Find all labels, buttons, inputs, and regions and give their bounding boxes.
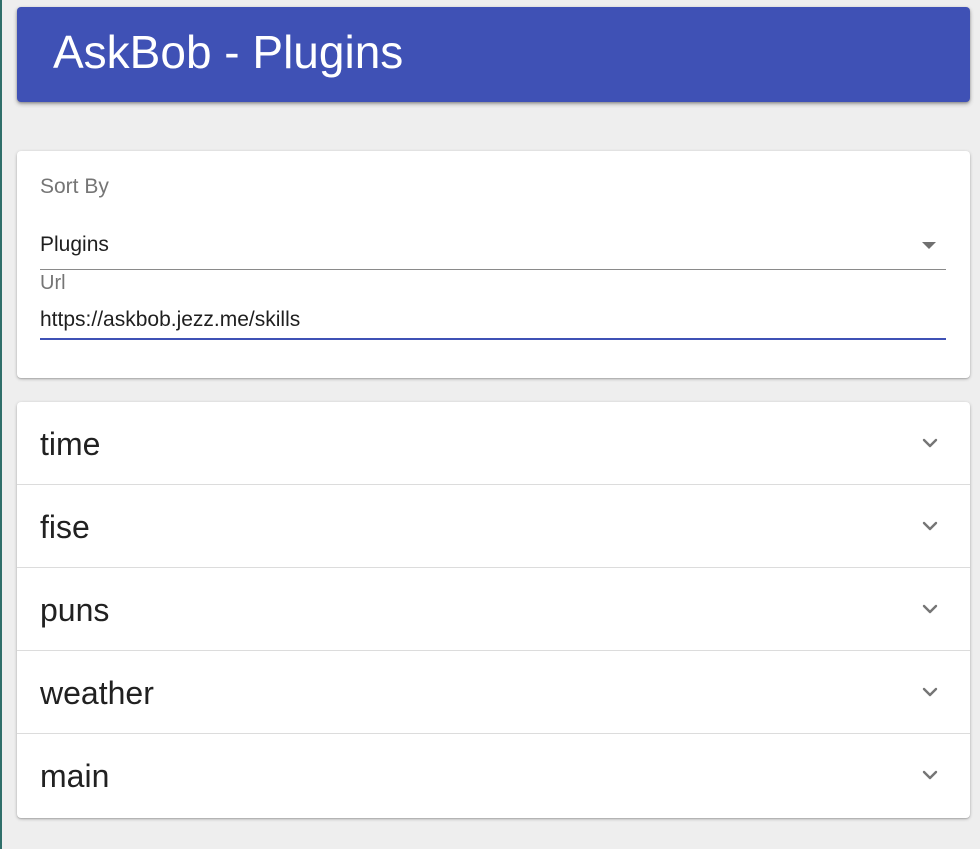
plugin-list: time fise puns weather main bbox=[17, 402, 970, 818]
chevron-down-icon[interactable] bbox=[920, 765, 940, 785]
plugin-item-weather[interactable]: weather bbox=[17, 651, 970, 734]
plugin-name: main bbox=[40, 758, 110, 794]
settings-card: Sort By Plugins Url bbox=[17, 151, 970, 378]
plugin-item-fise[interactable]: fise bbox=[17, 485, 970, 568]
plugin-name: fise bbox=[40, 509, 90, 545]
app-bar: AskBob - Plugins bbox=[17, 7, 970, 102]
chevron-down-icon[interactable] bbox=[920, 433, 940, 453]
chevron-down-icon[interactable] bbox=[920, 599, 940, 619]
chevron-down-icon[interactable] bbox=[920, 516, 940, 536]
dropdown-arrow-icon bbox=[922, 242, 936, 249]
sort-by-select[interactable]: Plugins bbox=[40, 229, 946, 270]
plugin-item-puns[interactable]: puns bbox=[17, 568, 970, 651]
sort-by-label: Sort By bbox=[40, 175, 109, 198]
page-title: AskBob - Plugins bbox=[53, 25, 404, 78]
plugin-item-main[interactable]: main bbox=[17, 734, 970, 818]
chevron-down-icon[interactable] bbox=[920, 682, 940, 702]
plugin-name: puns bbox=[40, 592, 110, 628]
url-input[interactable] bbox=[40, 302, 946, 340]
sort-by-value: Plugins bbox=[40, 233, 109, 256]
plugin-name: weather bbox=[40, 675, 154, 711]
url-label: Url bbox=[40, 272, 66, 294]
plugin-item-time[interactable]: time bbox=[17, 402, 970, 485]
plugin-name: time bbox=[40, 426, 101, 462]
